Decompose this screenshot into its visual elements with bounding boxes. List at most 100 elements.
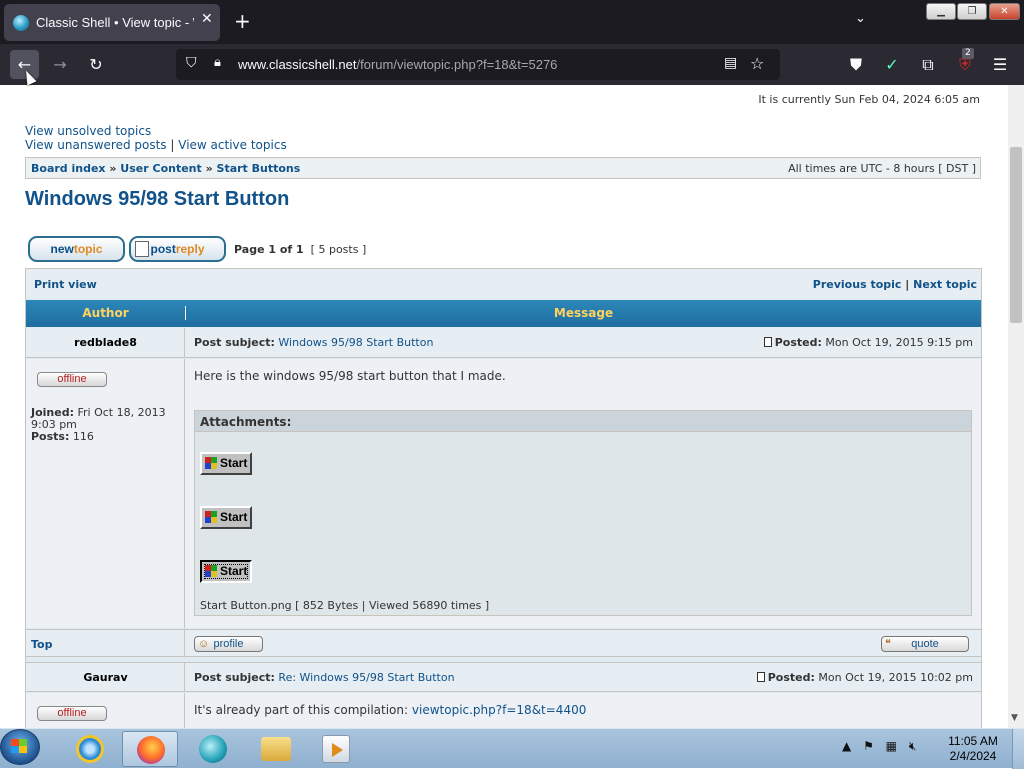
view-unanswered-posts-link[interactable]: View unanswered posts — [25, 138, 167, 152]
attachments-title: Attachments: — [195, 411, 971, 432]
attachment-file-info: Start Button.png [ 852 Bytes | Viewed 56… — [200, 599, 490, 612]
window-close-button[interactable]: ✕ — [989, 3, 1020, 20]
reader-view-icon[interactable]: ▤ — [724, 55, 737, 71]
post-icon[interactable] — [756, 672, 765, 682]
action-center-flag-icon[interactable]: ⚑ — [863, 739, 874, 753]
breadcrumb-start-buttons[interactable]: Start Buttons — [217, 162, 301, 175]
posted-date: Mon Oct 19, 2015 10:02 pm — [818, 671, 973, 684]
user-icon: ☺ — [198, 638, 210, 650]
posted-label: Posted: — [774, 336, 822, 349]
taskbar-app[interactable] — [185, 731, 241, 767]
start-button-image[interactable]: Start — [200, 452, 252, 475]
firefox-icon — [137, 736, 165, 764]
new-tab-icon[interactable]: + — [234, 9, 251, 33]
volume-muted-icon[interactable]: 🔇︎ — [909, 739, 917, 753]
author-profile-info: Joined: Fri Oct 18, 2013 9:03 pm Posts: … — [31, 407, 181, 443]
navigation-toolbar: ← → ↻ ⛉ 🔒︎ www.classicshell.net/forum/vi… — [0, 44, 1024, 85]
post-header: Gaurav Post subject: Re: Windows 95/98 S… — [26, 662, 981, 692]
pocket-icon[interactable]: ⛊ — [843, 52, 869, 78]
quote-button[interactable]: ❝ quote — [881, 636, 969, 652]
windows-start-button[interactable] — [0, 729, 40, 765]
tracking-protection-shield-icon[interactable]: ⛉ — [186, 55, 197, 71]
posted-label: Posted: — [767, 671, 815, 684]
url-host: www.classicshell.net — [238, 57, 357, 72]
previous-topic-link[interactable]: Previous topic — [813, 278, 902, 291]
attachments-box: Attachments: Start Start Start Start But… — [194, 410, 972, 616]
offline-status-badge: offline — [37, 372, 107, 387]
message-column-header: Message — [185, 306, 981, 320]
url-text[interactable]: www.classicshell.net/forum/viewtopic.php… — [238, 57, 557, 72]
compilation-topic-link[interactable]: viewtopic.php?f=18&t=4400 — [412, 703, 586, 717]
taskbar-file-explorer[interactable] — [247, 731, 303, 767]
reload-icon[interactable]: ↻ — [83, 52, 109, 78]
scrollbar-thumb[interactable] — [1010, 147, 1022, 323]
post-reply-word-2: reply — [175, 242, 205, 256]
offline-status-badge: offline — [37, 706, 107, 721]
taskbar-internet-explorer[interactable] — [62, 731, 118, 767]
tab-title: Classic Shell • View topic - Windows 95/… — [36, 15, 194, 30]
separator: | — [905, 278, 910, 291]
extensions-puzzle-icon[interactable]: ⧉ — [915, 52, 941, 78]
post-icon[interactable] — [763, 337, 772, 347]
ublock-origin-icon[interactable]: ⛨ 2 — [952, 48, 978, 78]
top-link[interactable]: Top — [31, 638, 52, 651]
list-all-tabs-icon[interactable]: ⌄ — [855, 11, 866, 26]
page-title[interactable]: Windows 95/98 Start Button — [25, 188, 289, 211]
topic-table: Print view Previous topic | Next topic A… — [25, 268, 982, 728]
profile-button[interactable]: ☺ profile — [194, 636, 263, 652]
post-subject-link[interactable]: Re: Windows 95/98 Start Button — [278, 671, 454, 684]
topic-actions-row: Print view Previous topic | Next topic — [26, 269, 981, 298]
tab-bar: Classic Shell • View topic - Windows 95/… — [0, 0, 1024, 44]
post-subject-link[interactable]: Windows 95/98 Start Button — [278, 336, 433, 349]
clock-date: 2/4/2024 — [949, 749, 997, 763]
windows-logo-icon — [205, 511, 217, 523]
subject-label: Post subject: — [194, 671, 275, 684]
post-reply-button[interactable]: postreply — [129, 236, 226, 262]
breadcrumb-board-index[interactable]: Board index — [31, 162, 106, 175]
print-view-link[interactable]: Print view — [34, 278, 97, 291]
bookmark-star-icon[interactable]: ☆ — [750, 54, 764, 73]
table-header: Author Message — [26, 300, 981, 327]
tab-classic-shell[interactable]: Classic Shell • View topic - Windows 95/… — [4, 4, 220, 41]
timezone-info: All times are UTC - 8 hours [ DST ] — [788, 162, 976, 175]
sync-check-icon[interactable]: ✓ — [879, 52, 905, 78]
show-desktop-button[interactable] — [1012, 729, 1024, 769]
url-path: /forum/viewtopic.php?f=18&t=5276 — [356, 57, 558, 72]
next-topic-link[interactable]: Next topic — [913, 278, 977, 291]
page-of: Page 1 of 1 — [234, 243, 304, 256]
tab-close-icon[interactable]: ✕ — [201, 11, 213, 27]
start-button-label: Start — [220, 456, 248, 470]
breadcrumb: Board index » User Content » Start Butto… — [25, 157, 981, 179]
hamburger-menu-icon[interactable]: ☰ — [987, 52, 1013, 78]
quote-button-label: quote — [911, 638, 939, 650]
new-topic-word-1: new — [50, 242, 74, 256]
taskbar-clock[interactable]: 11:05 AM 2/4/2024 — [938, 734, 1008, 764]
address-bar[interactable]: ⛉ 🔒︎ www.classicshell.net/forum/viewtopi… — [176, 49, 780, 80]
window-minimize-button[interactable]: ▁ — [926, 3, 956, 20]
taskbar-media-player[interactable] — [308, 731, 364, 767]
window-restore-button[interactable]: ❐ — [957, 3, 987, 20]
windows-logo-icon — [11, 739, 27, 753]
show-hidden-icons-icon[interactable]: ▲ — [842, 739, 851, 753]
new-topic-button[interactable]: newtopic — [28, 236, 125, 262]
classic-shell-favicon-icon — [13, 15, 29, 31]
lock-icon[interactable]: 🔒︎ — [214, 55, 221, 70]
view-active-topics-link[interactable]: View active topics — [178, 138, 286, 152]
start-button-image[interactable]: Start — [200, 506, 252, 529]
folder-icon — [261, 737, 291, 761]
post-body: offline Joined: Fri Oct 18, 2013 9:03 pm… — [26, 359, 981, 628]
breadcrumb-user-content[interactable]: User Content — [120, 162, 201, 175]
forward-arrow-icon[interactable]: → — [47, 52, 73, 78]
post-author: redblade8 — [74, 336, 137, 349]
view-unsolved-topics-link[interactable]: View unsolved topics — [25, 124, 151, 138]
posts-label: Posts: — [31, 430, 70, 443]
taskbar-firefox[interactable] — [122, 731, 178, 767]
start-button-label: Start — [220, 510, 248, 524]
current-time: It is currently Sun Feb 04, 2024 6:05 am — [758, 93, 980, 106]
network-icon[interactable]: ▦ — [886, 739, 897, 753]
page-scrollbar[interactable]: ▼ — [1008, 85, 1024, 728]
start-button-label: Start — [220, 564, 248, 578]
scroll-down-arrow-icon[interactable]: ▼ — [1011, 713, 1018, 723]
start-button-pressed-image[interactable]: Start — [200, 560, 252, 583]
quick-links: View unsolved topics View unanswered pos… — [25, 124, 287, 152]
